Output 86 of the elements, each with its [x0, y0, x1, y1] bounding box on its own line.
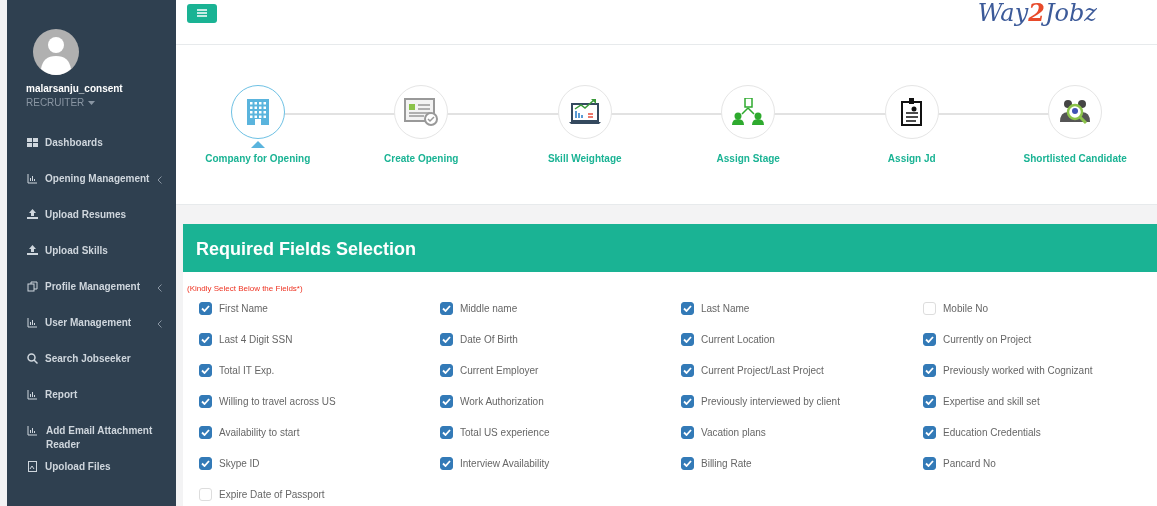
field-label: Date Of Birth: [460, 334, 518, 345]
checkbox[interactable]: [440, 426, 453, 439]
checkbox[interactable]: [199, 364, 212, 377]
checkbox[interactable]: [199, 333, 212, 346]
field-label: Current Project/Last Project: [701, 365, 824, 376]
building-icon: [245, 98, 270, 126]
checkbox[interactable]: [440, 395, 453, 408]
sidebar-item[interactable]: Dashboards: [7, 136, 176, 172]
checkbox[interactable]: [681, 395, 694, 408]
sidebar-item[interactable]: Upoload Files: [7, 460, 176, 496]
search-icon: [27, 353, 38, 364]
upload-icon: [27, 209, 38, 220]
sidebar-item[interactable]: Opening Management: [7, 172, 176, 208]
field-label: Pancard No: [943, 458, 996, 469]
user-name: malarsanju_consent: [26, 83, 123, 94]
field-label: Billing Rate: [701, 458, 752, 469]
checkbox[interactable]: [440, 364, 453, 377]
checkbox[interactable]: [440, 333, 453, 346]
checkbox[interactable]: [681, 457, 694, 470]
checkbox[interactable]: [199, 426, 212, 439]
upload-icon: [27, 245, 38, 256]
role-dropdown[interactable]: RECRUITER: [26, 97, 96, 108]
sidebar-item[interactable]: User Management: [7, 316, 176, 352]
field-label: Education Credentials: [943, 427, 1041, 438]
pointer-icon: [250, 141, 265, 148]
field-label: Interview Availability: [460, 458, 550, 469]
field-label: Previously interviewed by client: [701, 396, 840, 407]
field-label: Previously worked with Cognizant: [943, 365, 1093, 376]
checkbox[interactable]: [681, 426, 694, 439]
checkbox[interactable]: [681, 333, 694, 346]
field-label: Total US experience: [460, 427, 550, 438]
avatar-icon: [33, 29, 79, 75]
chevron-icon: [157, 176, 162, 184]
field-label: Last Name: [701, 303, 750, 314]
field-label: Current Employer: [460, 365, 539, 376]
checkbox[interactable]: [199, 302, 212, 315]
bar-chart-icon: [27, 173, 38, 184]
field-label: Total IT Exp.: [219, 365, 275, 376]
field-label: Expertise and skill set: [943, 396, 1040, 407]
bar-chart-icon: [27, 317, 38, 328]
laptop-chart-icon: [567, 98, 602, 126]
checkbox[interactable]: [923, 333, 936, 346]
checkbox[interactable]: [199, 457, 212, 470]
field-label: Availability to start: [219, 427, 300, 438]
field-label: First Name: [219, 303, 268, 314]
field-label: Mobile No: [943, 303, 989, 314]
copy-icon: [27, 281, 38, 292]
sidebar-item[interactable]: Report: [7, 388, 176, 424]
team-network-icon: [731, 98, 766, 126]
checkbox[interactable]: [923, 364, 936, 377]
chevron-icon: [157, 284, 162, 292]
checkbox[interactable]: [681, 302, 694, 315]
menu-button[interactable]: [187, 3, 217, 23]
menu-icon: [197, 9, 207, 17]
caret-icon: [88, 100, 96, 105]
bar-chart-icon: [27, 389, 38, 400]
checkbox[interactable]: [681, 364, 694, 377]
panel-title: Required Fields Selection: [183, 224, 1157, 272]
field-label: Current Location: [701, 334, 775, 345]
field-label: Currently on Project: [943, 334, 1032, 345]
checkbox[interactable]: [440, 457, 453, 470]
bar-chart-icon: [27, 425, 38, 436]
people-search-icon: [1058, 98, 1093, 126]
field-label: Middle name: [460, 303, 518, 314]
field-label: Last 4 Digit SSN: [219, 334, 293, 345]
field-label: Work Authorization: [460, 396, 544, 407]
file-icon: [27, 461, 38, 472]
sidebar-item[interactable]: Search Jobseeker: [7, 352, 176, 388]
field-label: Expire Date of Passport: [219, 489, 325, 500]
checkbox[interactable]: [199, 395, 212, 408]
sidebar-item[interactable]: Upload Resumes: [7, 208, 176, 244]
checkbox[interactable]: [440, 302, 453, 315]
field-label: Willing to travel across US: [219, 396, 336, 407]
field-label: Skype ID: [219, 458, 260, 469]
checkbox[interactable]: [923, 395, 936, 408]
field-label: Vacation plans: [701, 427, 766, 438]
checkbox[interactable]: [923, 457, 936, 470]
checkbox[interactable]: [923, 426, 936, 439]
id-card-icon: [899, 98, 924, 126]
sidebar-item[interactable]: Upload Skills: [7, 244, 176, 280]
sidebar-item[interactable]: Profile Management: [7, 280, 176, 316]
hint-text: (Kindly Select Below the Fields*): [187, 284, 304, 293]
logo: Way2Jobz: [977, 0, 1097, 27]
chevron-icon: [157, 320, 162, 328]
grid-icon: [27, 137, 38, 148]
sidebar-item[interactable]: Add Email Attachment Reader: [7, 424, 176, 460]
